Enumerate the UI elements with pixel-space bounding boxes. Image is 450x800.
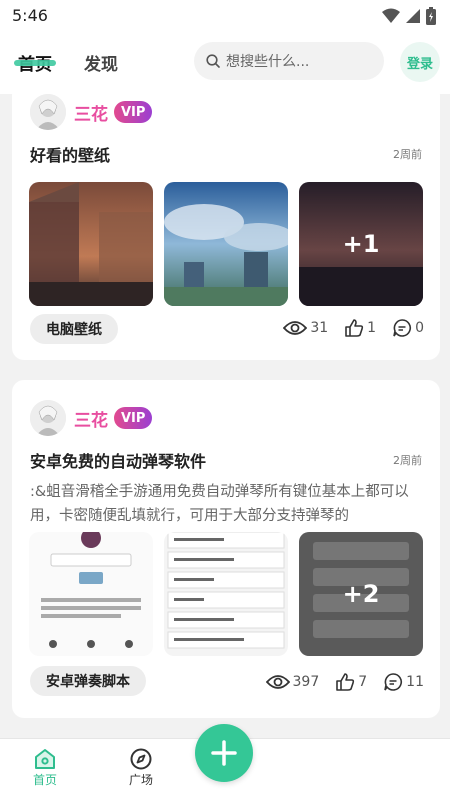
post-image-more[interactable]: +1 — [299, 182, 423, 306]
nav-home-label: 首页 — [32, 773, 57, 787]
more-images-count: +2 — [299, 532, 423, 656]
post-description[interactable]: :&蛆音滑稽全手游通用免费自动弹琴所有键位基本上都可以用，卡密随便乱填就行，可用… — [30, 480, 422, 538]
comment-icon — [393, 319, 412, 337]
post-author[interactable]: 三花 VIP — [30, 400, 153, 436]
search-placeholder: 想搜些什么... — [226, 54, 310, 70]
post-image[interactable] — [29, 182, 153, 306]
signal-icon — [406, 9, 420, 23]
post-time: 2周前 — [393, 454, 422, 467]
username[interactable]: 三花 — [74, 100, 108, 125]
eye-icon — [283, 321, 308, 335]
comment-button[interactable]: 11 — [383, 672, 424, 692]
search-input[interactable]: 想搜些什么... — [194, 42, 384, 80]
username[interactable]: 三花 — [74, 406, 108, 431]
vip-badge: VIP — [114, 407, 153, 429]
like-button[interactable]: 1 — [344, 318, 376, 338]
plus-icon — [211, 740, 237, 766]
eye-icon — [265, 675, 290, 689]
battery-icon — [426, 7, 436, 25]
active-tab-indicator — [14, 60, 56, 66]
create-post-button[interactable] — [195, 724, 253, 782]
post-author[interactable]: 三花 VIP — [30, 94, 153, 130]
post-card[interactable]: 三花 VIP 安卓免费的自动弹琴软件 2周前 :&蛆音滑稽全手游通用免费自动弹琴… — [12, 380, 440, 718]
likes-count: 1 — [367, 320, 377, 336]
post-image[interactable] — [164, 182, 288, 306]
status-icons — [382, 7, 436, 25]
post-card[interactable]: 三花 VIP 好看的壁纸 2周前 +1 电脑壁纸 31 1 0 — [12, 94, 440, 360]
views-stat: 31 — [283, 319, 328, 337]
comments-count: 11 — [406, 674, 424, 690]
avatar[interactable] — [30, 400, 66, 436]
post-stats: 397 7 11 — [265, 672, 424, 692]
status-time: 5:46 — [12, 6, 48, 25]
thumbs-up-icon — [336, 673, 355, 691]
post-title[interactable]: 安卓免费的自动弹琴软件 — [30, 448, 206, 472]
login-button[interactable]: 登录 — [400, 42, 440, 82]
views-stat: 397 — [265, 673, 320, 691]
post-tag[interactable]: 电脑壁纸 — [30, 314, 118, 344]
more-images-count: +1 — [299, 182, 423, 306]
post-image[interactable] — [29, 532, 153, 656]
post-title[interactable]: 好看的壁纸 — [30, 142, 110, 166]
post-stats: 31 1 0 — [283, 318, 424, 338]
post-tag[interactable]: 安卓弹奏脚本 — [30, 666, 146, 696]
comments-count: 0 — [415, 320, 424, 336]
nav-item-square[interactable]: 广场 — [111, 747, 171, 788]
post-image[interactable] — [164, 532, 288, 656]
post-images: +2 — [29, 532, 423, 656]
post-time: 2周前 — [393, 148, 422, 161]
like-button[interactable]: 7 — [335, 672, 367, 692]
home-icon — [35, 749, 55, 769]
post-image-more[interactable]: +2 — [299, 532, 423, 656]
views-count: 31 — [310, 320, 329, 336]
status-bar: 5:46 — [0, 0, 450, 32]
tab-discover[interactable]: 发现 — [84, 50, 118, 75]
compass-icon — [130, 748, 152, 770]
nav-item-home[interactable]: 首页 — [15, 747, 75, 788]
top-bar: 首页 发现 想搜些什么... 登录 — [0, 32, 450, 94]
vip-badge: VIP — [114, 101, 153, 123]
nav-square-label: 广场 — [128, 773, 153, 787]
search-icon — [206, 54, 220, 68]
likes-count: 7 — [358, 674, 368, 690]
avatar[interactable] — [30, 94, 66, 130]
comment-icon — [384, 673, 403, 691]
thumbs-up-icon — [345, 319, 364, 337]
wifi-icon — [382, 8, 400, 23]
post-images: +1 — [29, 182, 423, 306]
feed[interactable]: 三花 VIP 好看的壁纸 2周前 +1 电脑壁纸 31 1 0 三花 VIP 安… — [0, 94, 450, 738]
comment-button[interactable]: 0 — [392, 318, 424, 338]
views-count: 397 — [292, 674, 320, 690]
